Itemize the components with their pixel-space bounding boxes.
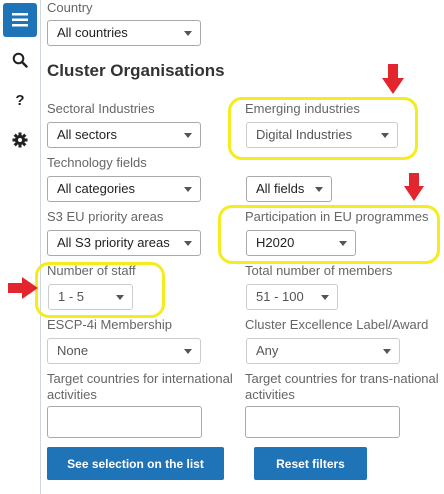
staff-label: Number of staff [47,263,136,278]
target-intl-label-line2: activities [47,387,97,402]
target-trans-label-line2: activities [245,387,295,402]
s3-select-value: All S3 priority areas [57,235,170,250]
participation-label: Participation in EU programmes [245,209,429,224]
country-label: Country [47,0,93,15]
chevron-down-icon [116,295,124,300]
target-intl-label-line1: Target countries for international [47,371,233,386]
escp-label: ESCP-4i Membership [47,317,172,332]
reset-filters-button[interactable]: Reset filters [254,447,367,480]
search-button[interactable] [0,52,40,73]
emerging-select-value: Digital Industries [256,127,353,142]
see-selection-button[interactable]: See selection on the list [47,447,224,480]
escp-select[interactable]: None [47,338,201,364]
search-icon [12,52,28,68]
chevron-down-icon [184,241,192,246]
chevron-down-icon [381,133,389,138]
staff-select-value: 1 - 5 [58,289,85,304]
sectoral-select[interactable]: All sectors [47,122,201,148]
sectoral-label: Sectoral Industries [47,101,155,116]
tech-fields-select-value: All fields [256,181,305,196]
participation-select-value: H2020 [256,235,295,250]
tech-label: Technology fields [47,155,147,170]
chevron-down-icon [184,187,192,192]
sidebar: ? [0,0,41,494]
staff-select[interactable]: 1 - 5 [48,284,133,310]
emerging-select[interactable]: Digital Industries [246,122,398,148]
members-select[interactable]: 51 - 100 [246,284,338,310]
annotation-arrow-down-icon [404,173,424,201]
hamburger-menu-button[interactable] [3,3,37,37]
excellence-select-value: Any [256,343,279,358]
participation-select[interactable]: H2020 [246,230,356,256]
sectoral-select-value: All sectors [57,127,117,142]
page-title: Cluster Organisations [47,61,225,80]
chevron-down-icon [315,187,323,192]
chevron-down-icon [184,349,192,354]
annotation-arrow-down-icon [382,64,404,94]
excellence-select[interactable]: Any [246,338,400,364]
target-trans-input[interactable] [245,406,400,438]
target-intl-input[interactable] [47,406,202,438]
chevron-down-icon [184,133,192,138]
chevron-down-icon [321,295,329,300]
tech-fields-select[interactable]: All fields [246,176,332,202]
gear-icon [12,132,28,148]
hamburger-icon [12,13,28,27]
s3-label: S3 EU priority areas [47,209,164,224]
chevron-down-icon [184,31,192,36]
members-label: Total number of members [245,263,393,278]
country-select-value: All countries [57,25,128,40]
s3-select[interactable]: All S3 priority areas [47,230,201,256]
help-icon: ? [15,92,25,109]
annotation-arrow-right-icon [8,277,38,299]
settings-button[interactable] [0,132,40,153]
members-select-value: 51 - 100 [256,289,304,304]
emerging-label: Emerging industries [245,101,360,116]
chevron-down-icon [339,241,347,246]
target-trans-label-line1: Target countries for trans-national [245,371,439,386]
chevron-down-icon [383,349,391,354]
tech-select[interactable]: All categories [47,176,201,202]
country-select[interactable]: All countries [47,20,201,46]
tech-select-value: All categories [57,181,136,196]
escp-select-value: None [57,343,89,358]
excellence-label: Cluster Excellence Label/Award [245,317,429,332]
help-button[interactable]: ? [0,92,40,109]
